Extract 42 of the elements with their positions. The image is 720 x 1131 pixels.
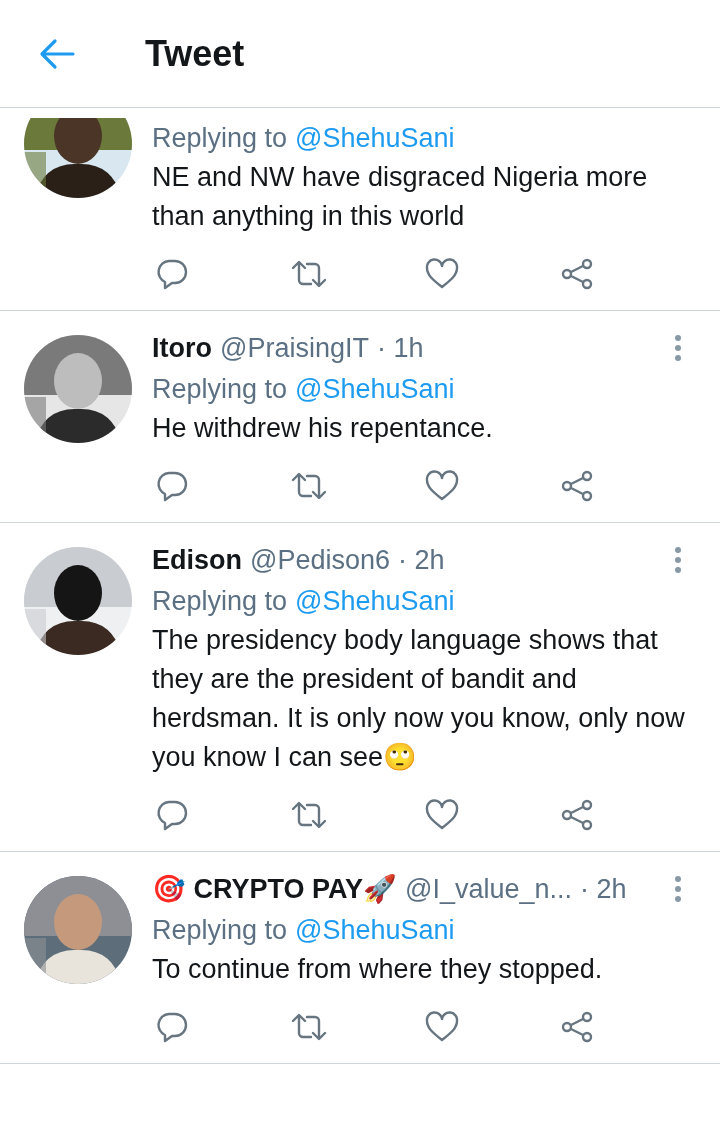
retweet-icon[interactable] [290, 799, 327, 831]
tweet-text: The presidency body language shows that they are the president of bandit and herdsman. It is only now you know, only now you know I can see🙄 [152, 624, 686, 774]
share-icon[interactable] [559, 470, 594, 502]
tweet-time: · 2h [580, 873, 627, 905]
author-name[interactable]: Itoro [152, 332, 212, 364]
more-icon[interactable] [674, 546, 682, 574]
heart-icon[interactable] [425, 799, 459, 831]
share-icon[interactable] [559, 258, 594, 290]
tweet-time: · 1h [376, 332, 424, 364]
tweet-text: He withdrew his repentance. [152, 412, 494, 445]
mention-link[interactable]: @ShehuSani [295, 910, 455, 950]
tweet-text: To continue from where they stopped. [152, 953, 604, 986]
replying-label: Replying to [152, 122, 288, 155]
mention-link[interactable]: @ShehuSani [295, 118, 455, 158]
author-handle: @I_value_n... [405, 873, 573, 905]
retweet-icon[interactable] [290, 470, 327, 502]
author-handle: @Pedison6 [250, 544, 390, 576]
tweet-text: NE and NW have disgraced Nigeria more than anything in this world [152, 161, 649, 233]
heart-icon[interactable] [425, 258, 459, 290]
author-handle: @PraisingIT [220, 332, 369, 364]
share-icon[interactable] [559, 799, 594, 831]
replying-label: Replying to [152, 585, 288, 618]
more-icon[interactable] [674, 875, 682, 903]
author-name[interactable]: Edison [152, 544, 242, 576]
replying-label: Replying to [152, 373, 288, 406]
replying-label: Replying to [152, 914, 288, 947]
tweet-time: · 2h [398, 544, 445, 576]
mention-link[interactable]: @ShehuSani [295, 369, 455, 409]
share-icon[interactable] [559, 1011, 594, 1043]
more-icon[interactable] [674, 334, 682, 362]
reply-icon[interactable] [156, 799, 188, 831]
reply-icon[interactable] [156, 258, 188, 290]
reply-icon[interactable] [156, 1011, 188, 1043]
author-name[interactable]: 🎯 CRYPTO PAY🚀 [152, 873, 398, 905]
retweet-icon[interactable] [290, 1011, 327, 1043]
retweet-icon[interactable] [290, 258, 327, 290]
reply-icon[interactable] [156, 470, 188, 502]
heart-icon[interactable] [425, 1011, 459, 1043]
page-title: Tweet [145, 32, 245, 75]
mention-link[interactable]: @ShehuSani [295, 581, 455, 621]
heart-icon[interactable] [425, 470, 459, 502]
back-icon[interactable] [39, 37, 75, 70]
